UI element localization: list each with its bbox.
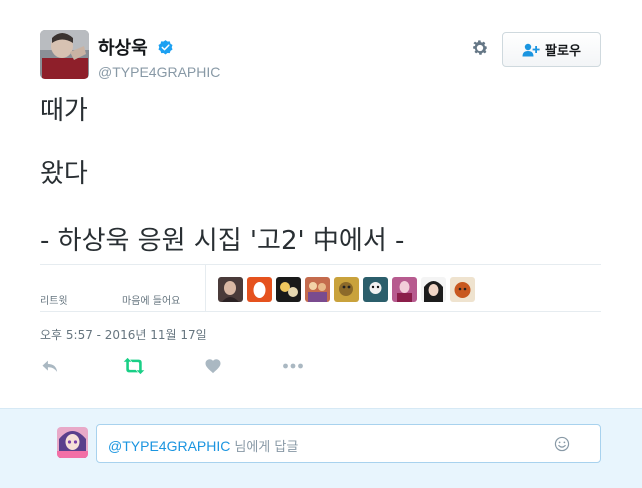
- liker-avatar[interactable]: [218, 277, 243, 302]
- follow-button-label: 팔로우: [545, 44, 581, 59]
- gear-icon[interactable]: [470, 38, 490, 58]
- author-name-block: 하상욱 @TYPE4GRAPHIC: [98, 34, 220, 80]
- tweet-actions: [40, 356, 340, 378]
- author-handle[interactable]: @TYPE4GRAPHIC: [98, 64, 220, 80]
- liker-avatar[interactable]: [421, 277, 446, 302]
- emoji-icon[interactable]: [554, 436, 570, 452]
- reply-input[interactable]: @TYPE4GRAPHIC 님에게 답글: [96, 424, 601, 463]
- liker-avatar[interactable]: [334, 277, 359, 302]
- author-avatar[interactable]: [40, 30, 89, 79]
- reply-composer-area: @TYPE4GRAPHIC 님에게 답글: [0, 408, 642, 488]
- tweet-timestamp[interactable]: 오후 5:57 - 2016년 11월 17일: [40, 326, 207, 343]
- follow-button[interactable]: 팔로우: [502, 32, 601, 67]
- tweet-text-line: - 하상욱 응원 시집 '고2' 中에서 -: [40, 226, 405, 256]
- author-display-name[interactable]: 하상욱: [98, 34, 148, 60]
- tweet-header: 하상욱 @TYPE4GRAPHIC 팔로우: [40, 30, 602, 80]
- liker-avatar[interactable]: [392, 277, 417, 302]
- reply-icon[interactable]: [40, 356, 60, 376]
- liker-avatar[interactable]: [450, 277, 475, 302]
- stats-divider: [205, 265, 206, 311]
- tweet-stats: 리트윗 마음에 들어요: [40, 264, 601, 312]
- liker-avatar[interactable]: [276, 277, 301, 302]
- liker-avatars: [218, 277, 475, 302]
- likes-stat-label[interactable]: 마음에 들어요: [122, 292, 180, 307]
- liker-avatar[interactable]: [363, 277, 388, 302]
- liker-avatar[interactable]: [305, 277, 330, 302]
- follow-person-icon: [522, 43, 540, 56]
- reply-placeholder: 님에게 답글: [234, 440, 299, 455]
- retweets-stat-label[interactable]: 리트윗: [40, 292, 68, 307]
- reply-mention-handle: @TYPE4GRAPHIC: [108, 438, 231, 454]
- reply-mention: @TYPE4GRAPHIC 님에게 답글: [108, 436, 298, 455]
- tweet-card: 하상욱 @TYPE4GRAPHIC 팔로우 때가 왔다 - 하상욱 응원 시집 …: [0, 0, 642, 408]
- liker-avatar[interactable]: [247, 277, 272, 302]
- current-user-avatar[interactable]: [57, 427, 88, 458]
- more-icon[interactable]: [282, 356, 304, 376]
- tweet-text-line: 왔다: [40, 159, 88, 189]
- retweet-icon[interactable]: [122, 356, 146, 376]
- tweet-text-line: 때가: [40, 96, 88, 126]
- verified-badge-icon: [158, 39, 173, 55]
- heart-icon[interactable]: [204, 356, 222, 376]
